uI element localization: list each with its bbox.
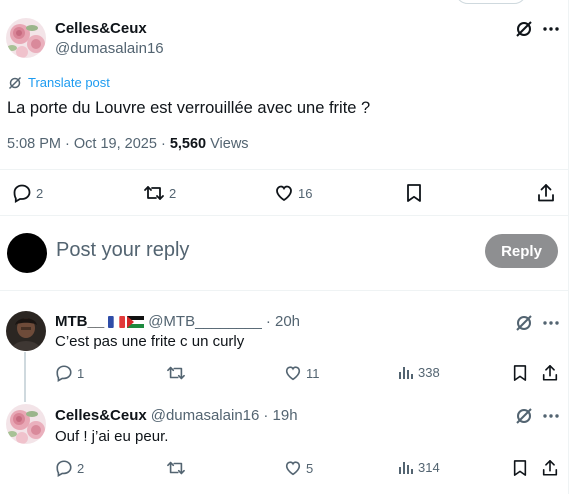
flags-emoji <box>108 315 145 328</box>
share-action[interactable] <box>541 364 559 382</box>
reply-actions: 2 5 314 <box>0 459 568 479</box>
bookmark-icon <box>405 183 423 203</box>
heart-icon <box>284 364 302 382</box>
reply-text: C’est pas une frite c un curly <box>55 333 245 350</box>
more-icon[interactable] <box>542 20 560 38</box>
share-action[interactable] <box>541 459 559 477</box>
divider <box>0 169 568 170</box>
like-count: 11 <box>306 365 320 381</box>
grok-icon[interactable] <box>514 406 534 426</box>
share-icon <box>541 459 559 477</box>
reply-time[interactable]: · 20h <box>266 313 300 330</box>
reply-input[interactable]: Post your reply <box>56 239 189 262</box>
views-action[interactable]: 314 <box>398 459 440 475</box>
reply-action[interactable]: 2 <box>12 183 43 203</box>
bookmark-action[interactable] <box>512 459 528 477</box>
reply-count: 2 <box>36 185 44 201</box>
reply-avatar[interactable] <box>6 404 46 444</box>
share-icon <box>536 183 556 203</box>
heart-icon <box>284 459 302 477</box>
repost-icon <box>166 364 186 382</box>
author-handle[interactable]: @dumasalain16 <box>55 40 164 57</box>
reply-header: MTB__ @MTB________ · 20h <box>55 313 300 330</box>
grok-icon[interactable] <box>514 19 534 39</box>
reply-actions: 1 11 338 <box>0 364 568 384</box>
share-action[interactable] <box>536 183 556 203</box>
reply-author-handle[interactable]: @dumasalain16 <box>151 407 260 424</box>
reply-count: 1 <box>77 365 85 381</box>
post-actions: 2 2 16 <box>0 183 568 205</box>
bookmark-icon <box>512 364 528 382</box>
repost-count: 2 <box>169 185 177 201</box>
repost-icon <box>143 183 165 203</box>
author-name[interactable]: Celles&Ceux <box>55 20 147 37</box>
follow-button-fragment[interactable] <box>455 0 527 4</box>
reply-author-name[interactable]: Celles&Ceux <box>55 407 147 424</box>
bookmark-action[interactable] <box>512 364 528 382</box>
more-icon[interactable] <box>542 314 560 332</box>
views-count: 5,560 <box>169 136 207 152</box>
post-timestamp[interactable]: 5:08 PM · Oct 19, 2025 · <box>7 136 170 152</box>
reply-time[interactable]: · 19h <box>263 407 297 424</box>
like-action[interactable]: 16 <box>274 183 312 203</box>
like-count: 5 <box>306 460 314 476</box>
reply-action[interactable]: 1 <box>55 364 84 382</box>
translate-post-link[interactable]: Translate post <box>8 75 110 90</box>
views-count: 338 <box>418 364 440 380</box>
translate-icon <box>8 76 22 90</box>
views-label: Views <box>206 136 249 152</box>
divider <box>0 215 568 216</box>
share-icon <box>541 364 559 382</box>
post-text: La porte du Louvre est verrouillée avec … <box>7 99 371 117</box>
reply-count: 2 <box>77 460 85 476</box>
repost-action[interactable] <box>166 364 190 382</box>
author-avatar[interactable] <box>6 18 46 58</box>
reply-text: Ouf ! j’ai eu peur. <box>55 428 169 445</box>
reply-header: Celles&Ceux @dumasalain16 · 19h <box>55 407 298 424</box>
reply-icon <box>55 459 73 477</box>
reply-avatar[interactable] <box>6 311 46 351</box>
like-action[interactable]: 5 <box>284 459 313 477</box>
views-icon <box>398 364 414 380</box>
translate-post-label: Translate post <box>28 75 110 90</box>
reply-icon <box>12 183 32 203</box>
bookmark-icon <box>512 459 528 477</box>
heart-icon <box>274 183 294 203</box>
post-meta: 5:08 PM · Oct 19, 2025 · 5,560 Views <box>7 136 249 152</box>
divider <box>0 290 568 291</box>
like-action[interactable]: 11 <box>284 364 320 382</box>
views-action[interactable]: 338 <box>398 364 440 380</box>
grok-icon[interactable] <box>514 313 534 333</box>
views-icon <box>398 459 414 475</box>
reply-author-name[interactable]: MTB__ <box>55 313 104 330</box>
composer-avatar <box>7 233 47 273</box>
reply-icon <box>55 364 73 382</box>
reply-button[interactable]: Reply <box>485 234 558 268</box>
like-count: 16 <box>298 185 313 201</box>
repost-icon <box>166 459 186 477</box>
repost-action[interactable] <box>166 459 190 477</box>
repost-action[interactable]: 2 <box>143 183 176 203</box>
column-border <box>568 0 569 494</box>
bookmark-action[interactable] <box>405 183 423 203</box>
reply-author-handle[interactable]: @MTB________ <box>148 313 262 330</box>
more-icon[interactable] <box>542 407 560 425</box>
reply-action[interactable]: 2 <box>55 459 84 477</box>
views-count: 314 <box>418 459 440 475</box>
